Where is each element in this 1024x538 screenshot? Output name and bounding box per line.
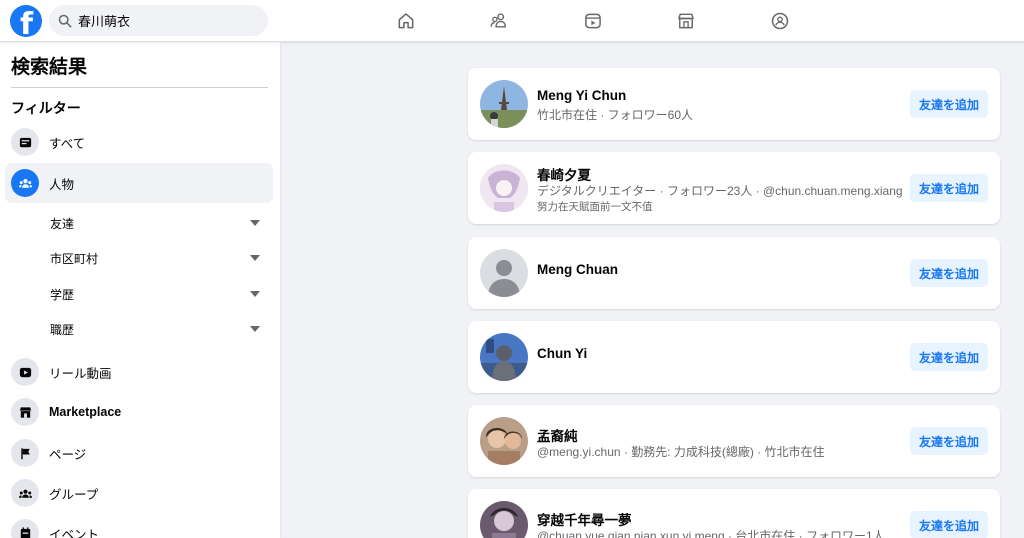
people-filter-label: 職歴 [50,322,75,337]
filter-item-label: 人物 [49,177,75,192]
filter-item-label: すべて [49,136,86,151]
search-filters-sidebar: 検索結果 フィルター すべて 人物 友達 市区町村 学歴 職歴 リール動画 Ma… [0,42,280,538]
result-meta: @chuan.yue.qian.nian.xun.yi.meng · 台北市在住… [537,529,885,538]
filter-item-label: グループ [49,487,99,502]
add-friend-button[interactable]: 友達を追加 [910,174,988,202]
facebook-logo[interactable]: f [10,5,42,37]
result-name[interactable]: Meng Chuan [537,262,618,277]
people-filter-friends[interactable]: 友達 [50,208,265,238]
filter-item-marketplace[interactable]: Marketplace [5,392,273,432]
chevron-down-icon [250,326,260,332]
result-meta: デジタルクリエイター · フォロワー23人 · @chun.chuan.meng… [537,184,903,198]
all-icon [11,128,39,156]
filter-item-label: イベント [49,527,100,538]
friends-icon[interactable] [487,9,511,33]
people-filter-city[interactable]: 市区町村 [50,243,265,273]
people-filter-work[interactable]: 職歴 [50,314,265,344]
result-card[interactable]: Chun Yi 友達を追加 [468,321,1000,393]
filter-item-all[interactable]: すべて [5,122,273,162]
chevron-down-icon [250,255,260,261]
search-icon [58,14,72,27]
result-meta: @meng.yi.chun · 勤務先: 力成科技(總廠) · 竹北市在住 [537,445,825,459]
result-name[interactable]: Meng Yi Chun [537,88,626,103]
marketplace-icon [11,398,39,426]
filter-item-pages[interactable]: ページ [5,433,273,473]
filter-heading: フィルター [11,100,81,116]
filter-item-groups[interactable]: グループ [5,473,273,513]
avatar[interactable] [480,333,528,381]
people-filter-label: 友達 [50,216,75,231]
filter-item-reels[interactable]: リール動画 [5,352,273,392]
filter-item-label: ページ [49,447,87,462]
add-friend-button[interactable]: 友達を追加 [910,259,988,287]
avatar[interactable] [480,417,528,465]
people-filter-label: 市区町村 [50,251,99,266]
result-card[interactable]: Meng Yi Chun 竹北市在住 · フォロワー60人 友達を追加 [468,68,1000,140]
add-friend-button[interactable]: 友達を追加 [910,511,988,538]
result-card[interactable]: 春崎夕夏 デジタルクリエイター · フォロワー23人 · @chun.chuan… [468,152,1000,224]
people-filter-education[interactable]: 学歴 [50,279,265,309]
sidebar-divider [11,87,268,88]
result-name[interactable]: 穿越千年尋一夢 [537,509,632,529]
result-name[interactable]: 春崎夕夏 [537,164,591,184]
avatar[interactable] [480,501,528,538]
filter-item-label: Marketplace [49,405,122,419]
add-friend-button[interactable]: 友達を追加 [910,90,988,118]
result-card[interactable]: 孟裔純 @meng.yi.chun · 勤務先: 力成科技(總廠) · 竹北市在… [468,405,1000,477]
result-name[interactable]: Chun Yi [537,346,587,361]
chevron-down-icon [250,220,260,226]
filter-item-label: リール動画 [49,366,112,381]
default-avatar[interactable] [480,249,528,297]
avatar[interactable] [480,80,528,128]
result-card[interactable]: 穿越千年尋一夢 @chuan.yue.qian.nian.xun.yi.meng… [468,489,1000,538]
calendar-icon [11,519,39,538]
search-box[interactable]: 春川萌衣 [49,5,268,36]
search-input[interactable]: 春川萌衣 [78,11,130,30]
result-meta: 竹北市在住 · フォロワー60人 [537,108,694,122]
add-friend-button[interactable]: 友達を追加 [910,427,988,455]
avatar[interactable] [480,164,528,212]
flag-icon [11,439,39,467]
result-bio: 努力在天賦面前一文不值 [537,201,653,213]
sidebar-title: 検索結果 [11,57,88,78]
groups-icon[interactable] [768,9,792,33]
people-filter-label: 学歴 [50,287,75,302]
add-friend-button[interactable]: 友達を追加 [910,343,988,371]
reels-icon [11,358,39,386]
result-name[interactable]: 孟裔純 [537,425,578,445]
people-icon [11,169,39,197]
home-icon[interactable] [394,9,418,33]
marketplace-icon[interactable] [674,9,698,33]
result-card[interactable]: Meng Chuan 友達を追加 [468,237,1000,309]
top-navigation-bar: f 春川萌衣 [0,0,1024,42]
groups-icon [11,479,39,507]
filter-item-people[interactable]: 人物 [5,163,273,203]
watch-icon[interactable] [581,9,605,33]
chevron-down-icon [250,291,260,297]
filter-item-events[interactable]: イベント [5,513,273,538]
